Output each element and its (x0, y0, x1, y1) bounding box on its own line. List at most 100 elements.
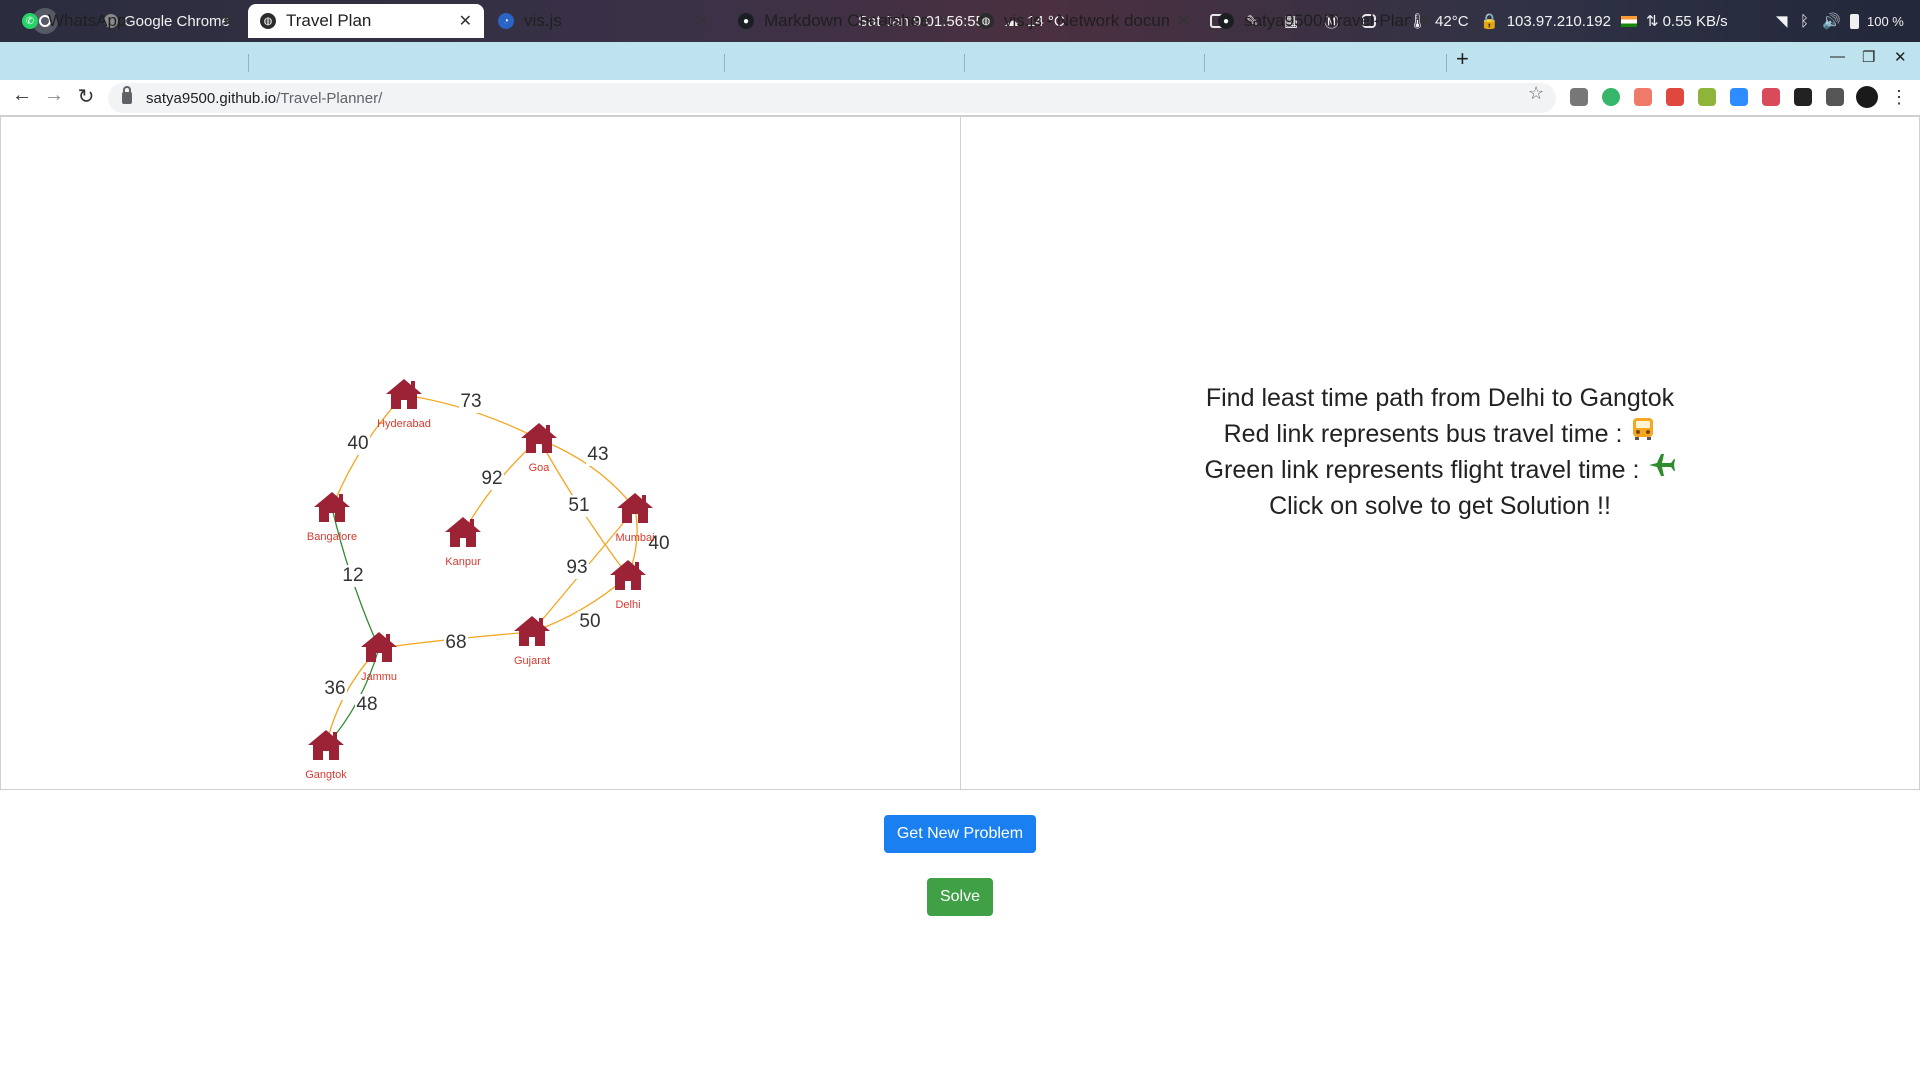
node-label: Gujarat (514, 655, 550, 667)
url-path: /Travel-Planner/ (276, 89, 383, 107)
notion-icon[interactable] (1794, 88, 1812, 106)
house-icon (617, 493, 653, 523)
node-bangalore[interactable]: Bangalore (307, 492, 357, 543)
edge-label-goa-delhi: 51 (568, 495, 589, 516)
reload-button[interactable]: ↻ (72, 84, 100, 109)
get-new-problem-button[interactable]: Get New Problem (884, 815, 1036, 853)
bus-legend-text: Red link represents bus travel time : (1223, 420, 1623, 448)
tab-visjs-network-docs[interactable]: ◍ vis.js - Network documentation ✕ (966, 4, 1202, 38)
volume-icon[interactable]: 🔊 (1822, 0, 1841, 42)
globe-icon: ◍ (978, 13, 994, 29)
minimize-button[interactable]: — (1830, 48, 1845, 65)
address-bar[interactable]: satya9500.github.io/Travel-Planner/ (108, 83, 1556, 113)
browser-toolbar: ← → ↻ satya9500.github.io/Travel-Planner… (0, 80, 1920, 116)
bluetooth-icon[interactable]: ᛒ (1800, 0, 1809, 42)
close-icon[interactable]: ✕ (937, 11, 950, 31)
edge-label-jammu-gujarat: 68 (445, 632, 466, 653)
solve-hint-text: Click on solve to get Solution !! (1269, 492, 1611, 520)
node-label: Bangalore (307, 531, 357, 543)
forward-button[interactable]: → (40, 84, 68, 107)
edge-label-jammu-gangtok: 48 (356, 694, 377, 715)
close-window-button[interactable]: ✕ (1894, 48, 1907, 66)
tab-github-travel-planner[interactable]: ● satya9500/Travel-Planner ✕ (1206, 4, 1444, 38)
problem-title: Find least time path from Delhi to Gangt… (1205, 384, 1675, 412)
node-label: Kanpur (445, 556, 481, 568)
tab-visjs[interactable]: ◔ vis.js ✕ (486, 4, 720, 38)
house-icon (308, 730, 344, 760)
house-icon (386, 379, 422, 409)
bus-icon (1630, 416, 1656, 452)
url-host: satya9500.github.io (146, 89, 277, 107)
node-label: Delhi (615, 599, 640, 611)
node-hyderabad[interactable]: Hyderabad (377, 379, 431, 430)
node-delhi[interactable]: Delhi (610, 560, 646, 611)
edge-label-goa-kanpur: 92 (481, 468, 502, 489)
edge-label-goa-mumbai: 43 (587, 444, 608, 465)
back-button[interactable]: ← (8, 84, 36, 107)
new-tab-button[interactable]: + (1456, 46, 1469, 72)
updown-arrows-icon: ⇅ (1646, 13, 1659, 30)
edge-label-hyderabad-bangalore: 40 (347, 433, 368, 454)
house-icon (361, 632, 397, 662)
close-icon[interactable]: ✕ (221, 11, 234, 31)
node-goa[interactable]: Goa (521, 423, 557, 474)
node-label: Mumbai (615, 532, 654, 544)
lock-icon: 🔒 (1480, 13, 1499, 30)
solve-button[interactable]: Solve (927, 878, 993, 916)
tab-strip (0, 42, 1920, 80)
node-mumbai[interactable]: Mumbai (615, 493, 655, 544)
extension-badge-icon[interactable] (1762, 88, 1780, 106)
extensions-puzzle-icon[interactable] (1826, 88, 1844, 106)
globe-icon: ◍ (260, 13, 276, 29)
tab-travel-plan[interactable]: ◍ Travel Plan ✕ (248, 4, 484, 38)
whatsapp-icon: ✆ (22, 13, 38, 29)
node-jammu[interactable]: Jammu (361, 632, 397, 683)
github-icon: ● (1218, 13, 1234, 29)
node-gujarat[interactable]: Gujarat (514, 616, 550, 667)
house-icon (445, 517, 481, 547)
node-kanpur[interactable]: Kanpur (445, 517, 481, 568)
graph-panel: 73 40 92 43 51 40 93 50 12 68 36 48 Hyderabad Goa Bang… (0, 116, 961, 790)
battery-icon (1850, 13, 1859, 29)
github-icon: ● (738, 13, 754, 29)
node-label: Gangtok (305, 769, 347, 781)
close-icon[interactable]: ✕ (1177, 11, 1190, 31)
flight-legend-text: Green link represents flight travel time… (1204, 456, 1640, 484)
grammarly-icon[interactable] (1602, 88, 1620, 106)
extension-green-icon[interactable] (1698, 88, 1716, 106)
edge-label-bangalore-jammu: 12 (342, 565, 363, 586)
edge-label-jammu-gangtok: 36 (324, 678, 345, 699)
edge-label-delhi-gujarat: 50 (579, 611, 600, 632)
profile-avatar[interactable] (1856, 86, 1878, 108)
lock-icon (122, 86, 132, 104)
zoom-icon[interactable] (1730, 88, 1748, 106)
close-icon[interactable]: ✕ (459, 11, 472, 31)
house-icon (521, 423, 557, 453)
travel-graph[interactable]: 734092435140935012683648HyderabadGoaBang… (1, 117, 960, 789)
extension-red-icon[interactable] (1666, 88, 1684, 106)
chrome-menu-icon[interactable]: ⋮ (1890, 88, 1908, 106)
tab-markdown-cheatsheet[interactable]: ● Markdown Cheatsheet ✕ (726, 4, 962, 38)
node-gangtok[interactable]: Gangtok (305, 730, 347, 781)
visjs-icon: ◔ (498, 13, 514, 29)
tab-whatsapp[interactable]: ✆ WhatsApp ✕ (10, 4, 246, 38)
close-icon[interactable]: ✕ (1419, 11, 1432, 31)
node-label: Hyderabad (377, 418, 431, 430)
battery-indicator[interactable]: 100 % (1850, 0, 1904, 42)
house-icon (514, 616, 550, 646)
edge-label-mumbai-gujarat: 93 (566, 557, 587, 578)
extension-arrow-icon[interactable] (1634, 88, 1652, 106)
extension-cl-icon[interactable] (1570, 88, 1588, 106)
ip-indicator[interactable]: 🔒 103.97.210.192 (1480, 0, 1637, 42)
close-icon[interactable]: ✕ (695, 11, 708, 31)
network-speed-indicator[interactable]: ⇅ 0.55 KB/s (1646, 0, 1728, 42)
restore-button[interactable]: ❐ (1862, 48, 1875, 66)
bookmark-star-icon[interactable]: ☆ (1528, 83, 1544, 104)
house-icon (314, 492, 350, 522)
airplane-icon (1647, 452, 1676, 488)
house-icon (610, 560, 646, 590)
problem-description: Find least time path from Delhi to Gangt… (960, 380, 1920, 524)
india-flag-icon (1620, 15, 1637, 27)
node-label: Jammu (361, 671, 397, 683)
wifi-icon[interactable]: ◥ (1776, 0, 1788, 42)
